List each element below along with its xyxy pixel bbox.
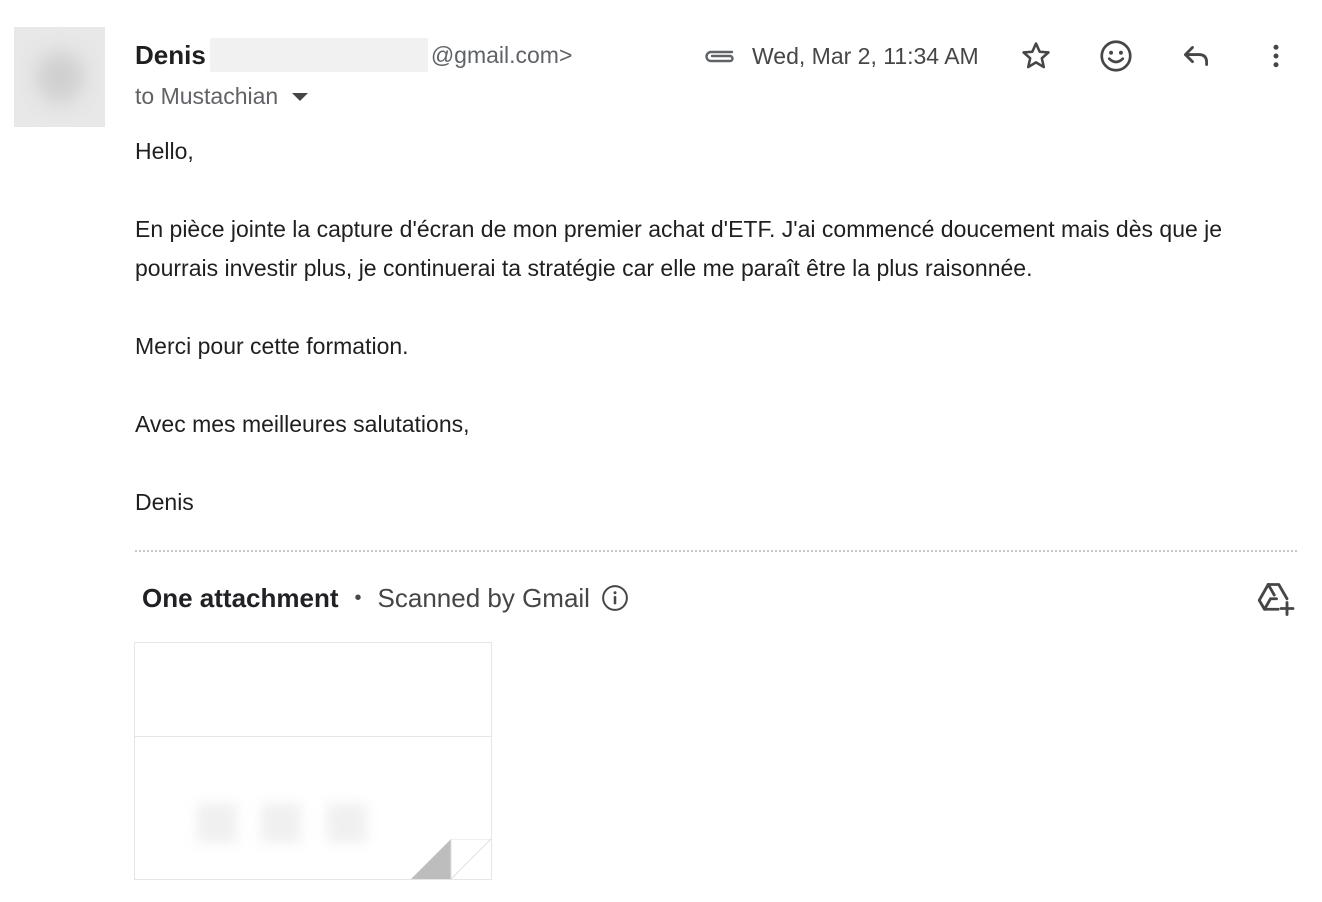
reply-icon[interactable] bbox=[1176, 36, 1216, 76]
chevron-down-icon[interactable] bbox=[292, 93, 309, 101]
message-date: Wed, Mar 2, 11:34 AM bbox=[752, 42, 979, 69]
attachment-preview-blur bbox=[327, 803, 367, 843]
recipient-line: to Mustachian bbox=[135, 80, 309, 112]
message-body: Hello, En pièce jointe la capture d'écra… bbox=[135, 132, 1305, 561]
attachments-header: One attachment • Scanned by Gmail bbox=[142, 578, 630, 618]
emoji-icon[interactable] bbox=[1096, 36, 1136, 76]
sender-line: Denis @gmail.com> bbox=[135, 38, 572, 72]
attachments-divider bbox=[135, 550, 1297, 552]
attachments-title: One attachment bbox=[142, 582, 339, 613]
avatar[interactable] bbox=[14, 27, 105, 127]
body-paragraph: En pièce jointe la capture d'écran de mo… bbox=[135, 216, 1223, 281]
separator-dot: • bbox=[354, 586, 362, 609]
greeting: Hello, bbox=[135, 138, 194, 164]
scanned-label: Scanned by Gmail bbox=[377, 582, 590, 613]
sender-name[interactable]: Denis bbox=[135, 40, 206, 71]
attachment-preview-blur bbox=[261, 803, 301, 843]
add-to-drive-icon[interactable] bbox=[1254, 577, 1296, 619]
signature: Denis bbox=[135, 489, 194, 515]
paperclip-icon bbox=[702, 46, 738, 66]
attachment-preview-top bbox=[135, 643, 491, 737]
recipient-label: to Mustachian bbox=[135, 82, 279, 109]
attachment-preview-blur bbox=[197, 803, 237, 843]
attachment-thumbnail[interactable] bbox=[134, 642, 492, 880]
message-meta: Wed, Mar 2, 11:34 AM bbox=[702, 36, 979, 76]
thanks-line: Merci pour cette formation. bbox=[135, 333, 409, 359]
sender-email: @gmail.com> bbox=[430, 41, 573, 68]
star-icon[interactable] bbox=[1016, 36, 1056, 76]
info-icon[interactable] bbox=[600, 583, 630, 613]
closing-line: Avec mes meilleures salutations, bbox=[135, 411, 470, 437]
redacted-email-block bbox=[209, 38, 428, 72]
more-vert-icon[interactable] bbox=[1256, 36, 1296, 76]
page-fold-icon bbox=[411, 839, 491, 879]
